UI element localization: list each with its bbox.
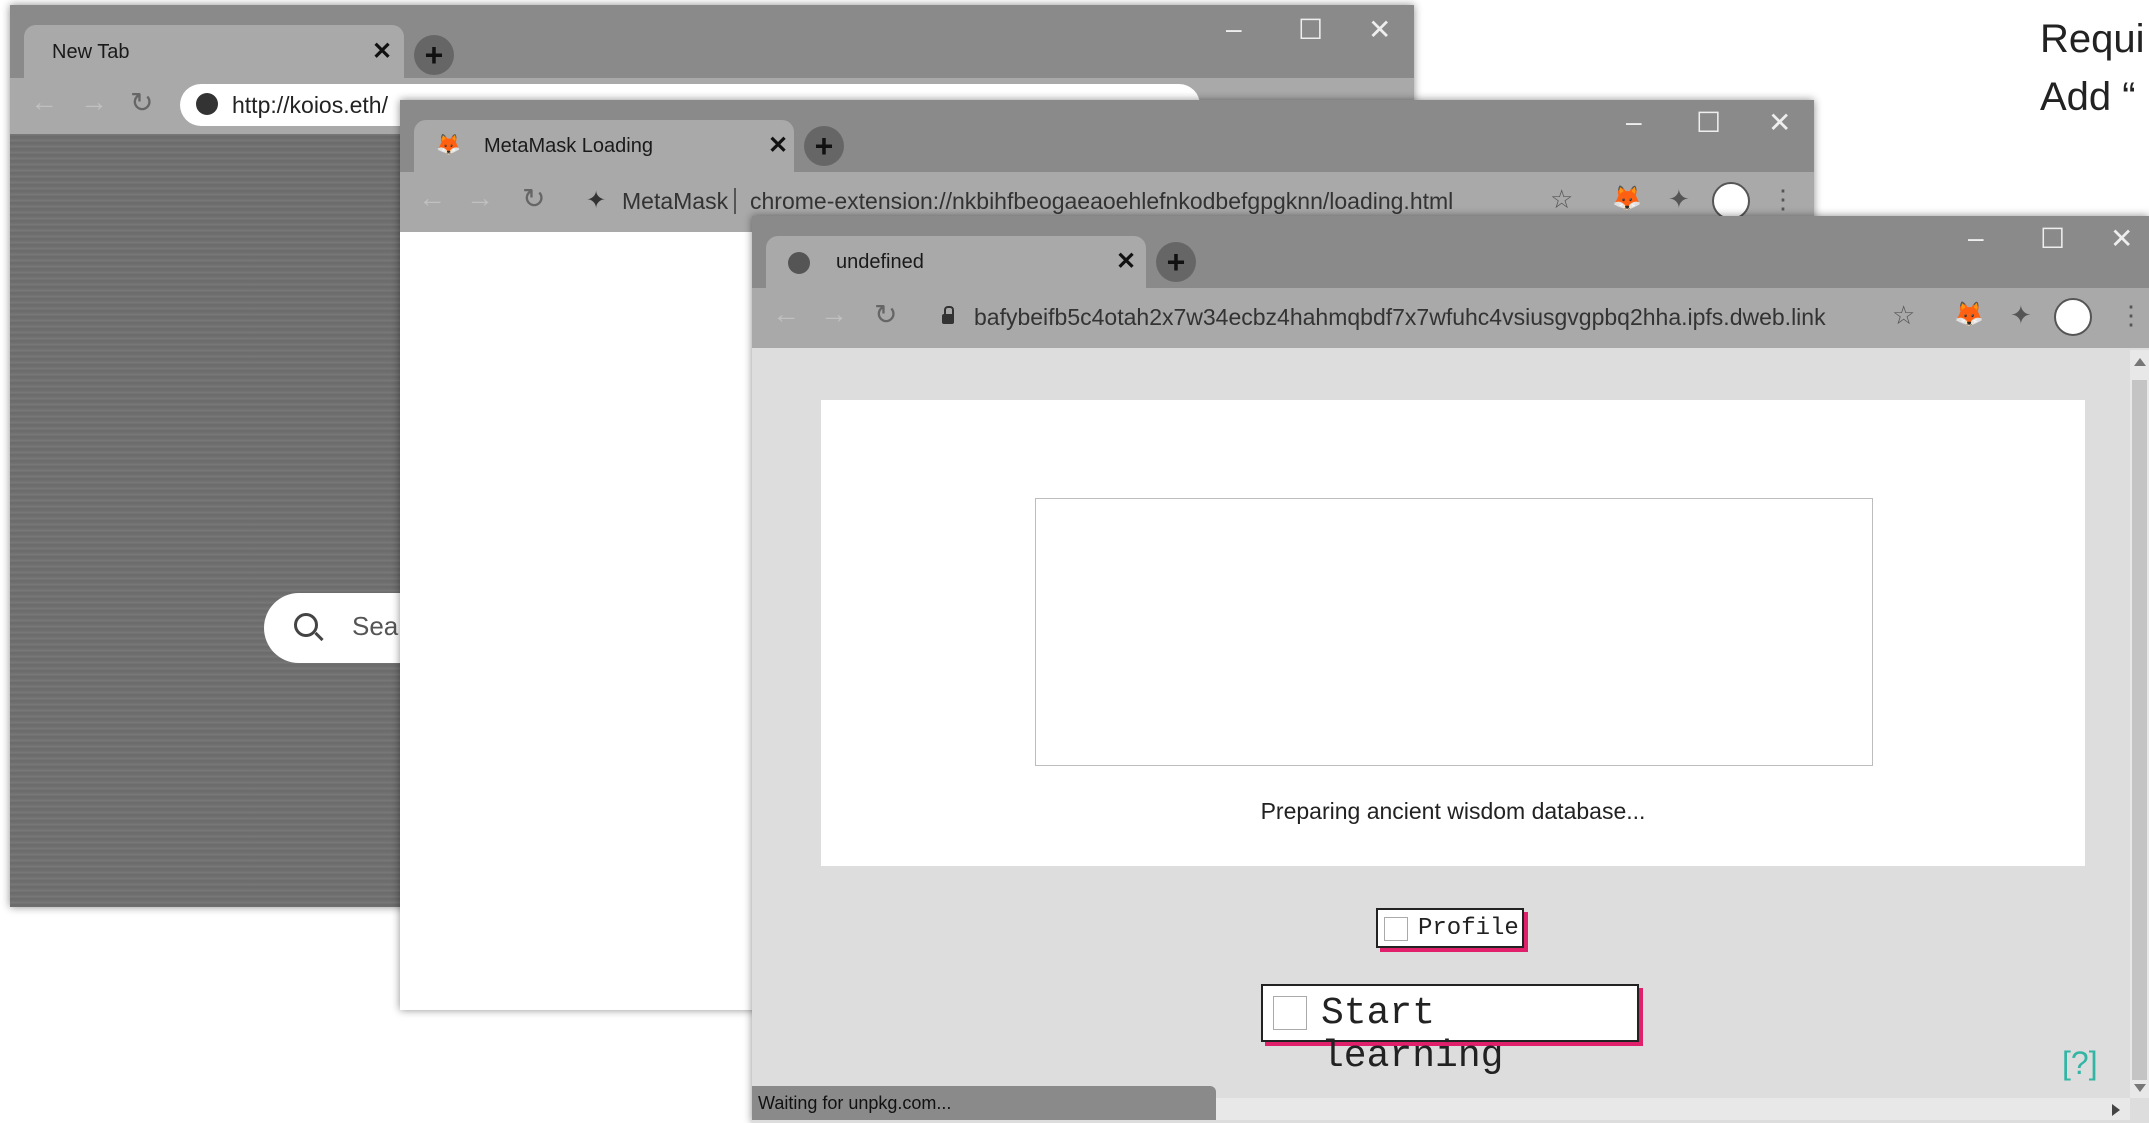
extension-name: MetaMask — [622, 188, 729, 214]
scroll-right-arrow[interactable] — [2112, 1104, 2120, 1116]
scrollbar-thumb[interactable] — [2132, 380, 2147, 1080]
reload-icon[interactable]: ↻ — [874, 298, 897, 331]
status-bar: Waiting for unpkg.com... — [752, 1086, 1216, 1120]
new-tab-button[interactable]: + — [414, 35, 454, 75]
url-text[interactable]: bafybeifb5c4otah2x7w34ecbz4hahmqbdf7x7wf… — [974, 304, 1826, 331]
back-icon[interactable]: ← — [30, 86, 58, 118]
profile-label: Profile — [1418, 915, 1519, 942]
globe-icon — [788, 252, 810, 274]
metamask-extension-icon[interactable]: 🦊 — [1612, 184, 1642, 213]
tab-close-icon[interactable]: ✕ — [768, 131, 788, 160]
loading-panel: Preparing ancient wisdom database... — [821, 400, 2085, 866]
tab-close-icon[interactable]: ✕ — [1116, 247, 1136, 276]
metamask-extension-icon[interactable]: 🦊 — [1954, 300, 1984, 329]
bookmark-star-icon[interactable]: ☆ — [1892, 300, 1915, 331]
start-learning-button[interactable]: Start learning — [1261, 984, 1639, 1078]
globe-icon — [196, 93, 218, 115]
reload-icon[interactable]: ↻ — [130, 86, 153, 119]
new-tab-button[interactable]: + — [1156, 242, 1196, 282]
search-icon-handle — [314, 631, 324, 642]
maximize-icon[interactable]: ☐ — [1298, 13, 1323, 46]
tab-undefined[interactable]: undefined ✕ — [766, 236, 1146, 288]
side-note-line-2: Add “ — [2040, 75, 2136, 119]
profile-avatar[interactable] — [2054, 298, 2092, 336]
start-learning-label: Start learning — [1321, 992, 1504, 1078]
extensions-icon[interactable]: ✦ — [2010, 300, 2032, 331]
start-learning-checkbox[interactable] — [1273, 996, 1307, 1030]
url-separator — [734, 188, 736, 214]
reload-icon[interactable]: ↻ — [522, 182, 545, 215]
scroll-down-arrow[interactable] — [2134, 1084, 2146, 1092]
tab-close-icon[interactable]: ✕ — [372, 37, 392, 66]
tab-title: New Tab — [52, 41, 130, 63]
maximize-icon[interactable]: ☐ — [1696, 106, 1721, 139]
forward-icon[interactable]: → — [820, 298, 848, 330]
forward-icon[interactable]: → — [466, 182, 494, 214]
status-text: Waiting for unpkg.com... — [758, 1093, 952, 1113]
page-content: Preparing ancient wisdom database... Pro… — [766, 360, 2130, 1095]
new-tab-button[interactable]: + — [804, 126, 844, 166]
scroll-up-arrow[interactable] — [2134, 358, 2146, 366]
menu-icon[interactable]: ⋮ — [1770, 184, 1796, 215]
extension-puzzle-icon: ✦ — [586, 187, 607, 214]
close-window-icon[interactable]: ✕ — [1368, 13, 1391, 46]
profile-checkbox[interactable] — [1384, 917, 1408, 941]
back-icon[interactable]: ← — [772, 298, 800, 330]
close-window-icon[interactable]: ✕ — [1768, 106, 1791, 139]
url-text: http://koios.eth/ — [232, 92, 388, 118]
vertical-scrollbar[interactable] — [2130, 350, 2149, 1098]
minimize-icon[interactable]: – — [1968, 222, 1984, 254]
lock-icon-shackle — [944, 306, 954, 316]
profile-checkbox-button[interactable]: Profile — [1376, 908, 1524, 948]
side-note: Requi Add “ — [2040, 10, 2145, 126]
minimize-icon[interactable]: – — [1226, 13, 1242, 45]
search-placeholder: Sear — [352, 611, 407, 641]
bookmark-star-icon[interactable]: ☆ — [1550, 184, 1573, 215]
tab-metamask-loading[interactable]: 🦊 MetaMask Loading ✕ — [414, 120, 794, 172]
url-text[interactable]: chrome-extension://nkbihfbeogaeaoehlefnk… — [750, 188, 1453, 215]
profile-avatar[interactable] — [1712, 182, 1750, 220]
browser-window-front: undefined ✕ + – ☐ ✕ ← → ↻ bafybeifb5c4ot… — [752, 216, 2149, 1123]
side-note-line-1: Requi — [2040, 17, 2145, 61]
tab-title: MetaMask Loading — [484, 135, 653, 157]
help-link[interactable]: [?] — [2062, 1045, 2098, 1082]
back-icon[interactable]: ← — [418, 182, 446, 214]
metamask-fox-icon: 🦊 — [436, 134, 461, 156]
loading-frame — [1035, 498, 1873, 766]
minimize-icon[interactable]: – — [1626, 106, 1642, 138]
toolbar: ← → ↻ bafybeifb5c4otah2x7w34ecbz4hahmqbd… — [752, 288, 2149, 348]
extensions-icon[interactable]: ✦ — [1668, 184, 1690, 215]
forward-icon[interactable]: → — [80, 86, 108, 118]
tab-new-tab[interactable]: New Tab ✕ — [24, 25, 404, 78]
menu-icon[interactable]: ⋮ — [2118, 300, 2144, 331]
close-window-icon[interactable]: ✕ — [2110, 222, 2133, 255]
loading-text: Preparing ancient wisdom database... — [1260, 798, 1646, 824]
maximize-icon[interactable]: ☐ — [2040, 222, 2065, 255]
tab-title: undefined — [836, 251, 924, 273]
